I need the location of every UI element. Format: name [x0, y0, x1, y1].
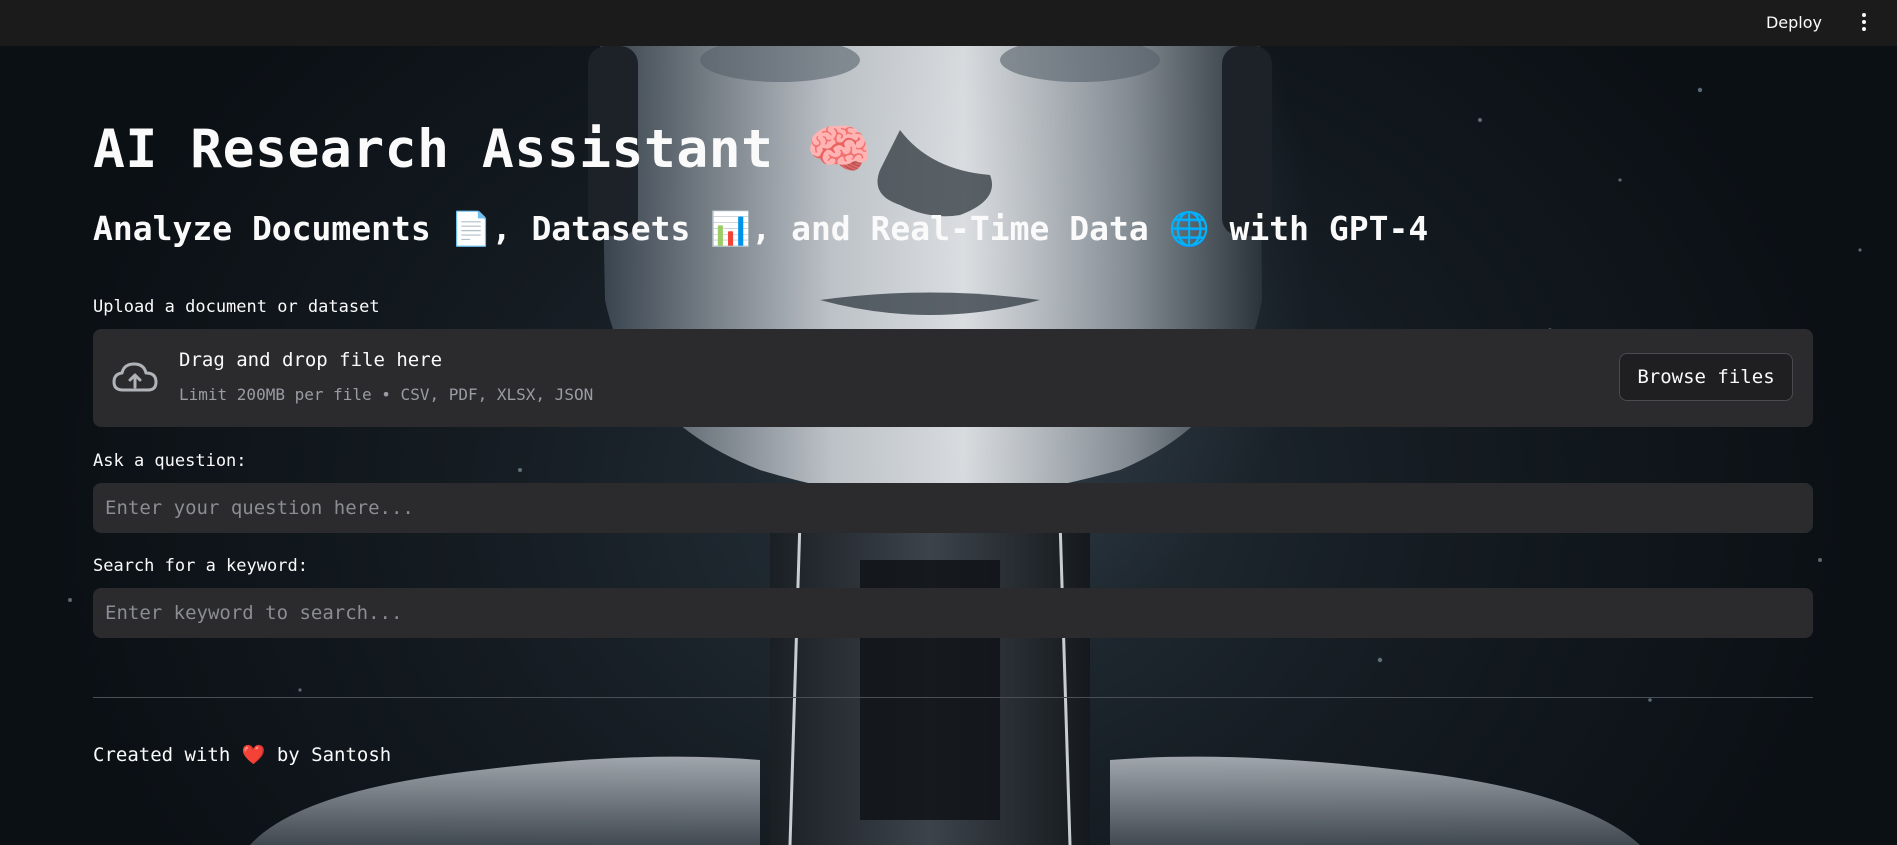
dropzone-limit-text: Limit 200MB per file • CSV, PDF, XLSX, J… [179, 385, 594, 404]
question-input[interactable] [93, 483, 1813, 533]
upload-label: Upload a document or dataset [93, 297, 380, 317]
footer-prefix: Created with [93, 744, 231, 766]
vertical-ellipsis-icon[interactable] [1853, 7, 1875, 37]
top-toolbar: Deploy [0, 0, 1897, 46]
page-subtitle: Analyze Documents 📄, Datasets 📊, and Rea… [93, 209, 1429, 248]
dropzone-instructions: Drag and drop file here [179, 349, 443, 371]
keyword-label: Search for a keyword: [93, 556, 308, 576]
keyword-search-input[interactable] [93, 588, 1813, 638]
app-root: Deploy AI Research Assistant 🧠 Analyze D… [0, 0, 1897, 845]
footer-author: by Santosh [276, 744, 392, 766]
heart-icon: ❤️ [241, 744, 266, 766]
cloud-upload-icon [112, 362, 158, 392]
horizontal-divider [93, 697, 1813, 698]
footer-credit: Created with ❤️ by Santosh [93, 743, 391, 766]
file-dropzone[interactable]: Drag and drop file here Limit 200MB per … [93, 329, 1813, 427]
question-label: Ask a question: [93, 451, 247, 471]
browse-files-button[interactable]: Browse files [1619, 353, 1793, 401]
page-title: AI Research Assistant 🧠 [93, 119, 873, 180]
deploy-button[interactable]: Deploy [1756, 5, 1832, 39]
